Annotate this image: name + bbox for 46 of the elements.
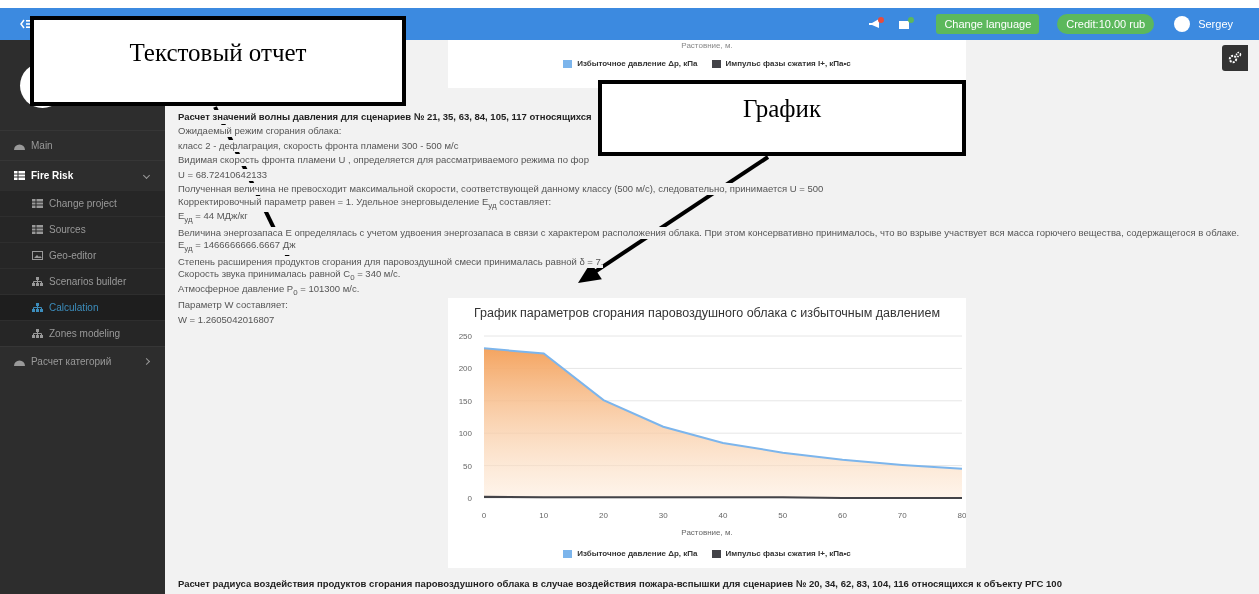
image-icon (32, 251, 43, 260)
legend-item[interactable]: Избыточное давление Δp, кПа (563, 549, 698, 558)
section-heading: Расчет радиуса воздействия продуктов сгорания паровоздушного облака в случае воздействия пожара-вспышки для сценариев № 20, 34, 62, 83, 104, 116 относящихся к объекту РГС 100 (177, 578, 1063, 589)
megaphone-icon[interactable] (868, 17, 885, 31)
legend-item[interactable]: Импульс фазы сжатия I+, кПа•с (711, 549, 851, 558)
axis-title: Растовние, м. (681, 528, 733, 537)
legend-item[interactable]: Избыточное давление Δp, кПа (563, 59, 698, 68)
x-tick-label: 30 (658, 511, 668, 520)
x-tick-label: 0 (481, 511, 487, 520)
y-tick-label: 0 (467, 494, 472, 503)
sitemap-icon (32, 303, 43, 312)
gear-icon (1228, 51, 1242, 65)
settings-button[interactable] (1222, 45, 1248, 71)
x-tick-label: 70 (897, 511, 907, 520)
callout-box: График (598, 80, 966, 156)
avatar[interactable] (1174, 16, 1191, 32)
callout-box: Текстовый отчет (30, 16, 406, 106)
x-tick-label: 40 (718, 511, 728, 520)
legend-item[interactable]: Импульс фазы сжатия I+, кПа•с (711, 59, 851, 68)
sidebar-item[interactable]: Sources (0, 216, 165, 242)
x-tick-label: 20 (599, 511, 608, 520)
y-tick-label: 150 (458, 396, 472, 406)
y-tick-label: 100 (458, 429, 472, 439)
sidebar-item[interactable]: Geo-editor (0, 242, 165, 268)
y-tick-label: 50 (463, 461, 472, 471)
x-tick-label: 50 (778, 511, 788, 520)
sitemap-icon (32, 329, 43, 338)
user-name[interactable]: Sergey (1198, 18, 1233, 30)
table-icon (14, 171, 25, 180)
sidebar-item[interactable]: Scenarios builder (0, 268, 165, 294)
x-tick-label: 10 (539, 511, 549, 520)
sidebar-item[interactable]: Расчет категорий (0, 346, 165, 376)
sidebar-item[interactable]: Change project (0, 190, 165, 216)
card-icon[interactable] (898, 17, 915, 31)
y-tick-label: 250 (458, 332, 472, 341)
sidebar-item[interactable]: Calculation (0, 294, 165, 320)
sidebar-item[interactable]: Main (0, 130, 165, 160)
axis-title: Растовние, м. (681, 41, 733, 50)
y-tick-label: 200 (458, 364, 472, 374)
report-heading: Расчет значений волны давления для сценариев № 21, 35, 63, 84, 105, 117 относящихся (178, 110, 592, 124)
x-tick-label: 60 (838, 511, 847, 520)
sitemap-icon (32, 277, 43, 286)
x-tick-label: 80 (957, 511, 966, 520)
table-icon (32, 225, 43, 234)
sidebar-item[interactable]: Zones modeling (0, 320, 165, 346)
table-icon (32, 199, 43, 208)
